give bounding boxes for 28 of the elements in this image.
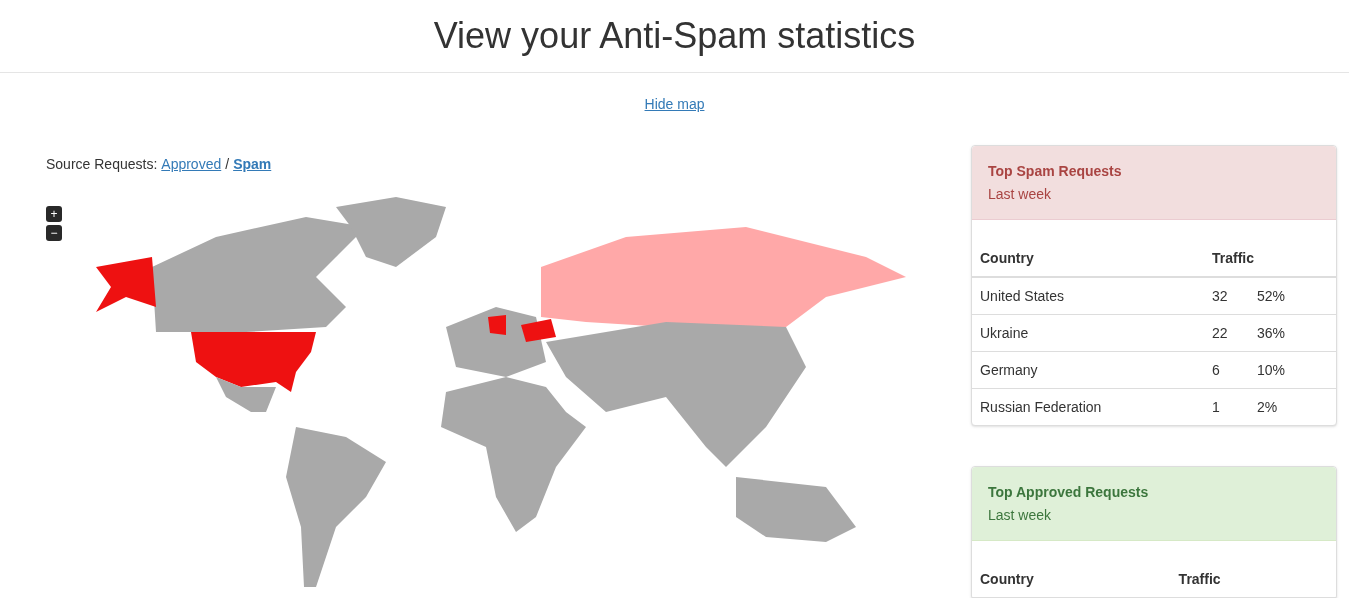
zoom-out-button[interactable]: − (46, 225, 62, 241)
source-label: Source Requests: (46, 155, 158, 174)
column-header: Country (972, 240, 1204, 277)
page-title: View your Anti-Spam statistics (433, 18, 916, 54)
source-link[interactable]: Approved (161, 154, 222, 174)
panel-title: Top Spam Requests (988, 162, 1123, 181)
column-header: Traffic (1204, 240, 1336, 277)
panel-subtitle: Last week (988, 506, 1053, 525)
table-cell: 52% (1249, 277, 1336, 315)
column-header: Country (972, 561, 1171, 598)
panel-title: Top Approved Requests (988, 483, 1150, 502)
table-cell: 6 (1204, 351, 1249, 389)
panel-subtitle: Last week (988, 185, 1053, 204)
table-cell: Ukraine (972, 314, 1204, 352)
zoom-in-button[interactable]: + (46, 206, 62, 222)
separator: / (225, 155, 230, 174)
table-cell: United States (972, 277, 1204, 315)
table-cell: 1 (1204, 388, 1249, 425)
hide-map-link[interactable]: Hide map (644, 94, 705, 114)
table-cell: 10% (1249, 351, 1336, 389)
table-cell: Germany (972, 351, 1204, 389)
table-cell: 32 (1204, 277, 1249, 315)
table-cell: 2% (1249, 388, 1336, 425)
table-cell: 22 (1204, 314, 1249, 352)
source-link[interactable]: Spam (233, 154, 272, 174)
column-header: Traffic (1170, 561, 1336, 598)
table-cell: Russian Federation (972, 388, 1204, 425)
table-cell: 36% (1249, 314, 1336, 352)
